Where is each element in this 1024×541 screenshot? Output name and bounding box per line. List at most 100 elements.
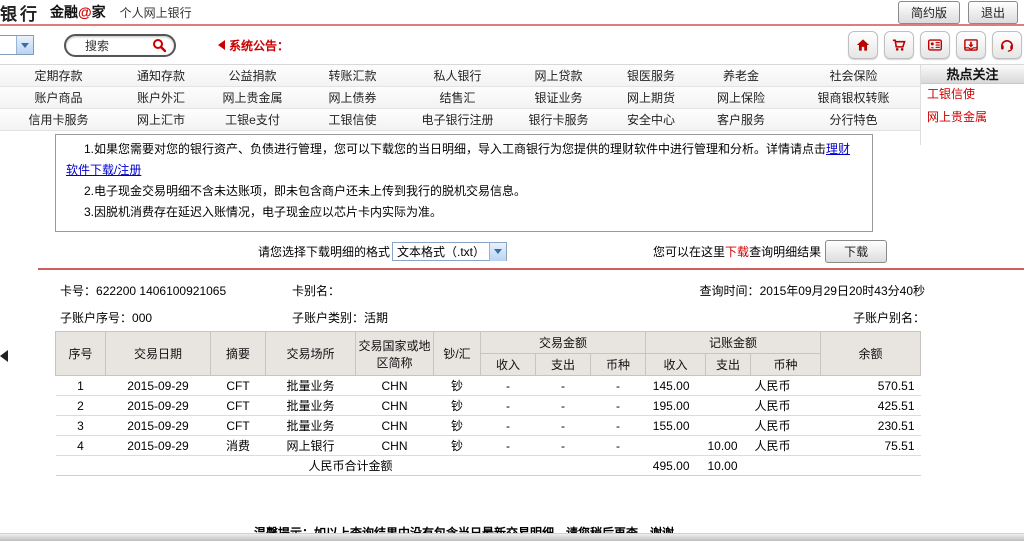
nav-item[interactable]: 电子银行注册 bbox=[405, 111, 510, 128]
nav-item[interactable]: 银行卡服务 bbox=[510, 111, 607, 128]
cell-country: CHN bbox=[356, 376, 434, 396]
toolbar-icons bbox=[848, 31, 1022, 59]
total-income: 495.00 bbox=[646, 456, 706, 476]
bank-logo-text: 银行 bbox=[0, 0, 40, 25]
home-icon[interactable] bbox=[848, 31, 878, 59]
transactions-table: 序号 交易日期 摘要 交易场所 交易国家或地区简称 钞/汇 交易金额 记账金额 … bbox=[55, 331, 921, 476]
cell-t_out: - bbox=[536, 436, 591, 456]
notice-box: 1.如果您需要对您的银行资产、负债进行管理，您可以下载您的当日明细，导入工商银行… bbox=[55, 134, 873, 232]
contacts-icon[interactable] bbox=[920, 31, 950, 59]
nav-item[interactable]: 网上贷款 bbox=[510, 67, 607, 84]
cell-b_in: 195.00 bbox=[646, 396, 706, 416]
main-nav: 定期存款通知存款公益捐款转账汇款私人银行网上贷款银医服务养老金社会保险 账户商品… bbox=[0, 64, 1024, 131]
cell-b_out bbox=[706, 416, 751, 436]
header-balance: 余额 bbox=[821, 332, 921, 376]
nav-item[interactable]: 网上债券 bbox=[300, 89, 405, 106]
table-body: 12015-09-29CFT批量业务CHN钞---145.00人民币570.51… bbox=[56, 376, 921, 456]
cell-t_cur: - bbox=[591, 396, 646, 416]
nav-item[interactable]: 公益捐款 bbox=[205, 67, 300, 84]
cell-t_in: - bbox=[481, 396, 536, 416]
query-time: 查询时间：2015年09月29日20时43分40秒 bbox=[700, 282, 925, 299]
table-row: 42015-09-29消费网上银行CHN钞---10.00人民币75.51 bbox=[56, 436, 921, 456]
brand-slogan: 金融@家 bbox=[50, 2, 106, 22]
cell-b_cur: 人民币 bbox=[751, 436, 821, 456]
cell-seq: 1 bbox=[56, 376, 106, 396]
simple-version-button[interactable]: 简约版 bbox=[898, 1, 960, 24]
nav-item[interactable]: 养老金 bbox=[695, 67, 787, 84]
nav-row-2: 账户商品账户外汇网上贵金属网上债券结售汇银证业务网上期货网上保险银商银权转账 bbox=[0, 87, 920, 109]
cell-b_in: 155.00 bbox=[646, 416, 706, 436]
total-empty bbox=[751, 456, 921, 476]
sub-account-alias: 子账户别名： bbox=[853, 309, 925, 326]
cell-seq: 2 bbox=[56, 396, 106, 416]
format-select[interactable]: 文本格式（.txt） bbox=[392, 242, 507, 261]
sub-account-alias-label: 子账户别名： bbox=[853, 311, 925, 325]
cart-icon[interactable] bbox=[884, 31, 914, 59]
quick-menu-select[interactable] bbox=[0, 35, 34, 55]
cell-place: 批量业务 bbox=[266, 416, 356, 436]
sub-account-seq-label: 子账户序号： bbox=[60, 311, 132, 325]
search-input[interactable]: 搜索 bbox=[64, 34, 176, 57]
nav-item[interactable]: 客户服务 bbox=[695, 111, 787, 128]
cell-t_in: - bbox=[481, 416, 536, 436]
nav-item[interactable]: 网上贵金属 bbox=[205, 89, 300, 106]
nav-item[interactable]: 信用卡服务 bbox=[0, 111, 117, 128]
nav-item[interactable]: 网上期货 bbox=[607, 89, 695, 106]
system-announcement: 系统公告： bbox=[218, 37, 289, 54]
nav-item[interactable]: 工银e支付 bbox=[205, 111, 300, 128]
nav-item[interactable]: 工银信使 bbox=[300, 111, 405, 128]
cell-t_out: - bbox=[536, 376, 591, 396]
nav-item[interactable]: 转账汇款 bbox=[300, 67, 405, 84]
cell-seq: 4 bbox=[56, 436, 106, 456]
nav-item[interactable]: 账户外汇 bbox=[117, 89, 205, 106]
nav-row-3: 信用卡服务网上汇市工银e支付工银信使电子银行注册银行卡服务安全中心客户服务分行特… bbox=[0, 109, 920, 131]
nav-item[interactable]: 通知存款 bbox=[117, 67, 205, 84]
nav-item[interactable]: 社会保险 bbox=[787, 67, 920, 84]
query-time-label: 查询时间： bbox=[700, 284, 760, 298]
product-name: 个人网上银行 bbox=[120, 4, 192, 21]
cell-b_cur: 人民币 bbox=[751, 396, 821, 416]
nav-item[interactable]: 银医服务 bbox=[607, 67, 695, 84]
cell-b_out bbox=[706, 376, 751, 396]
nav-item[interactable]: 结售汇 bbox=[405, 89, 510, 106]
nav-item[interactable]: 分行特色 bbox=[787, 111, 920, 128]
nav-item[interactable]: 银证业务 bbox=[510, 89, 607, 106]
header-txn-income: 收入 bbox=[481, 354, 536, 376]
search-placeholder: 搜索 bbox=[73, 37, 152, 54]
header-book-currency: 币种 bbox=[751, 354, 821, 376]
account-info-row-1: 卡号：622200 1406100921065 卡别名： 查询时间：2015年0… bbox=[60, 277, 925, 304]
cell-summary: CFT bbox=[211, 396, 266, 416]
banking-page: 银行 金融@家 个人网上银行 简约版 退出 搜索 系统公告： bbox=[0, 0, 1024, 541]
announcement-label: 系统公告： bbox=[229, 37, 289, 54]
download-hint-post: 查询明细结果 bbox=[749, 245, 821, 259]
header-book-income: 收入 bbox=[646, 354, 706, 376]
nav-item[interactable]: 网上汇市 bbox=[117, 111, 205, 128]
nav-item[interactable]: 账户商品 bbox=[0, 89, 117, 106]
cell-t_out: - bbox=[536, 396, 591, 416]
inbox-download-icon[interactable] bbox=[956, 31, 986, 59]
query-time-value: 2015年09月29日20时43分40秒 bbox=[760, 284, 925, 298]
nav-item[interactable]: 定期存款 bbox=[0, 67, 117, 84]
sub-account-type-label: 子账户类别： bbox=[292, 311, 364, 325]
card-number-value: 622200 1406100921065 bbox=[96, 284, 226, 298]
nav-item[interactable]: 网上保险 bbox=[695, 89, 787, 106]
account-info-row-2: 子账户序号：000 子账户类别：活期 子账户别名： bbox=[60, 304, 925, 331]
nav-item[interactable]: 私人银行 bbox=[405, 67, 510, 84]
cell-b_in bbox=[646, 436, 706, 456]
hot-topic-link[interactable]: 网上贵金属 bbox=[921, 103, 1024, 126]
collapse-sidebar-icon[interactable] bbox=[0, 350, 8, 362]
download-button[interactable]: 下载 bbox=[825, 240, 887, 263]
notice-line-2: 2.电子现金交易明细不含未达账项，即未包含商户还未上传到我行的脱机交易信息。 bbox=[66, 181, 862, 202]
customer-service-icon[interactable] bbox=[992, 31, 1022, 59]
chevron-down-icon bbox=[16, 36, 33, 54]
cell-date: 2015-09-29 bbox=[106, 376, 211, 396]
nav-item[interactable]: 银商银权转账 bbox=[787, 89, 920, 106]
cell-t_out: - bbox=[536, 416, 591, 436]
cell-cash: 钞 bbox=[434, 376, 481, 396]
logout-button[interactable]: 退出 bbox=[968, 1, 1018, 24]
download-link[interactable]: 下载 bbox=[725, 245, 749, 259]
cell-date: 2015-09-29 bbox=[106, 396, 211, 416]
cell-t_cur: - bbox=[591, 376, 646, 396]
nav-item[interactable]: 安全中心 bbox=[607, 111, 695, 128]
notice-line-3: 3.因脱机消费存在延迟入账情况，电子现金应以芯片卡内实际为准。 bbox=[66, 202, 862, 223]
